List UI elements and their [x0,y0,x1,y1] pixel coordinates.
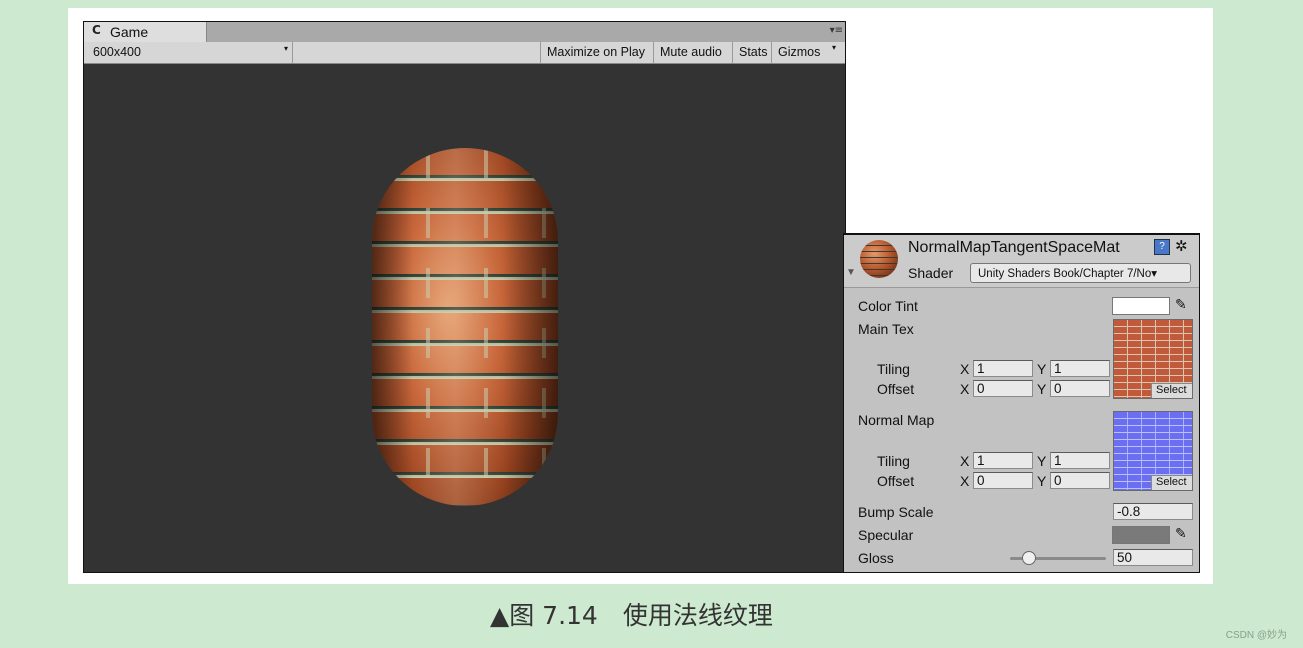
main-tex-tiling-y-label: Y [1037,361,1047,377]
maximize-on-play-button[interactable]: Maximize on Play [540,42,653,63]
window-menu-icon[interactable]: ▾≡ [830,25,843,36]
material-preview-sphere [860,240,898,278]
normal-map-offset-x-value: 0 [977,473,985,488]
normal-map-tiling-y-value: 1 [1054,453,1062,468]
main-tex-label: Main Tex [858,321,914,337]
normal-map-offset-y-field[interactable]: 0 [1050,472,1110,489]
tab-game[interactable]: C Game [84,22,207,42]
specular-label: Specular [858,527,914,543]
gloss-value: 50 [1117,550,1133,565]
normal-map-tiling-y-label: Y [1037,453,1047,469]
game-tabbar: C Game ▾≡ [84,22,845,42]
main-tex-tiling-x-label: X [960,361,970,377]
fold-arrow-icon[interactable]: ▼ [846,267,856,278]
stats-label: Stats [739,45,768,59]
color-tint-label: Color Tint [858,298,918,314]
normal-map-thumbnail[interactable]: Select [1113,411,1193,491]
gizmos-button[interactable]: Gizmos ▾ [771,42,846,63]
main-tex-offset-y-field[interactable]: 0 [1050,380,1110,397]
normal-map-select-button[interactable]: Select [1151,475,1192,490]
normal-map-offset-y-label: Y [1037,473,1047,489]
game-toolbar: 600x400 ▾ Maximize on Play Mute audio St… [84,42,845,64]
main-tex-thumbnail[interactable]: Select [1113,319,1193,399]
bump-scale-label: Bump Scale [858,504,934,520]
gloss-field[interactable]: 50 [1113,549,1193,566]
resolution-dropdown[interactable]: 600x400 ▾ [84,42,293,63]
main-tex-tiling-y-value: 1 [1054,361,1062,376]
gear-icon[interactable]: ✲ [1175,237,1188,255]
eyedropper-icon[interactable]: ✎ [1175,296,1187,313]
bump-scale-value: -0.8 [1117,504,1141,519]
shader-label: Shader [908,265,954,281]
normal-map-tiling-x-value: 1 [977,453,985,468]
normal-map-offset-x-field[interactable]: 0 [973,472,1033,489]
main-tex-tiling-label: Tiling [877,361,910,377]
normal-map-tiling-x-label: X [960,453,970,469]
tab-game-label: Game [110,24,149,40]
main-tex-offset-y-label: Y [1037,381,1047,397]
normal-map-tiling-y-field[interactable]: 1 [1050,452,1110,469]
shader-value: Unity Shaders Book/Chapter 7/No▾ [978,268,1158,280]
game-viewport[interactable] [84,64,845,572]
specular-eyedropper-icon[interactable]: ✎ [1175,525,1187,542]
gloss-label: Gloss [858,550,894,566]
stats-button[interactable]: Stats [732,42,771,63]
mute-audio-button[interactable]: Mute audio [653,42,732,63]
specular-swatch[interactable] [1112,526,1170,544]
watermark: CSDN @妙为 [1225,630,1287,641]
bump-scale-field[interactable]: -0.8 [1113,503,1193,520]
color-tint-swatch[interactable] [1112,297,1170,315]
main-tex-offset-x-label: X [960,381,970,397]
help-book-icon[interactable]: ? [1154,239,1170,255]
unity-logo-icon: C [92,23,101,37]
game-window: C Game ▾≡ 600x400 ▾ Maximize on Play Mut… [83,21,846,573]
main-tex-tiling-x-field[interactable]: 1 [973,360,1033,377]
chevron-down-icon: ▾ [283,44,288,53]
main-tex-select-label: Select [1156,384,1187,396]
material-inspector: ▼ NormalMapTangentSpaceMat ? ✲ Shader Un… [843,233,1200,573]
main-tex-tiling-y-field[interactable]: 1 [1050,360,1110,377]
brick-capsule [372,148,558,506]
main-tex-offset-x-field[interactable]: 0 [973,380,1033,397]
normal-map-select-label: Select [1156,476,1187,488]
normal-map-offset-y-value: 0 [1054,473,1062,488]
normal-map-offset-label: Offset [877,473,915,489]
gizmos-label: Gizmos [778,45,821,59]
figure-caption: ▲图 7.14 使用法线纹理 [490,601,773,630]
main-tex-select-button[interactable]: Select [1151,383,1192,398]
resolution-value: 600x400 [93,45,141,59]
maximize-on-play-label: Maximize on Play [547,45,645,59]
main-tex-tiling-x-value: 1 [977,361,985,376]
normal-map-label: Normal Map [858,412,935,428]
main-tex-offset-x-value: 0 [977,381,985,396]
normal-map-offset-x-label: X [960,473,970,489]
normal-map-tiling-label: Tiling [877,453,910,469]
material-name: NormalMapTangentSpaceMat [908,239,1120,256]
gizmos-chevron-icon: ▾ [832,43,837,52]
main-tex-offset-y-value: 0 [1054,381,1062,396]
shader-dropdown[interactable]: Unity Shaders Book/Chapter 7/No▾ [970,263,1191,283]
normal-map-tiling-x-field[interactable]: 1 [973,452,1033,469]
main-tex-offset-label: Offset [877,381,915,397]
mute-audio-label: Mute audio [660,45,722,59]
gloss-slider-thumb[interactable] [1022,551,1036,565]
inspector-header: ▼ NormalMapTangentSpaceMat ? ✲ Shader Un… [844,235,1199,288]
